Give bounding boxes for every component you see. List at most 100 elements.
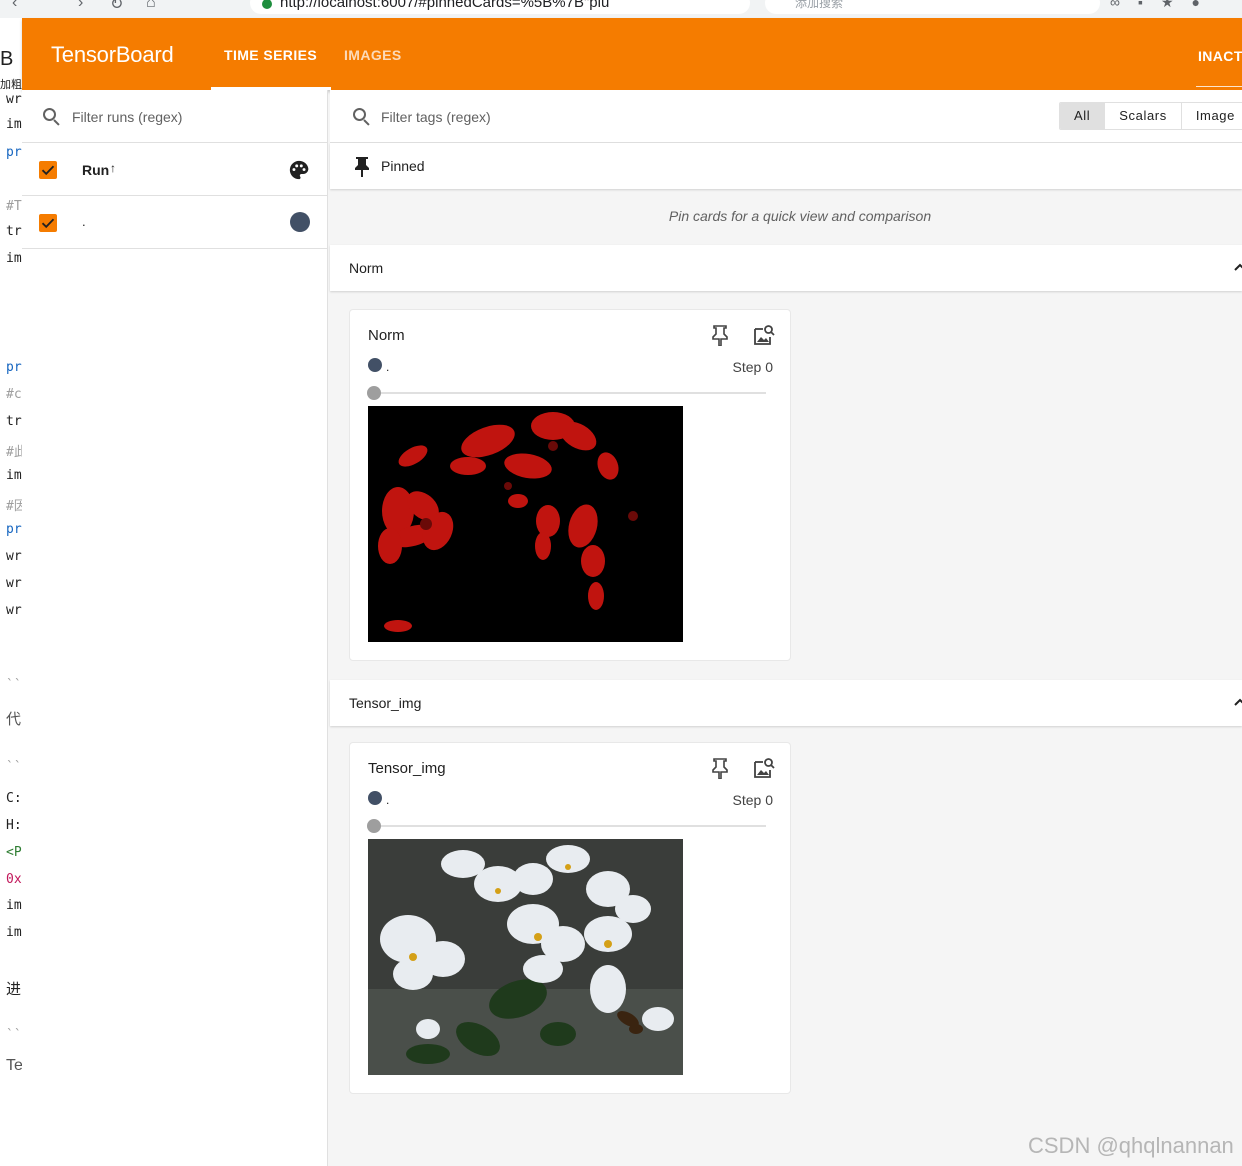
editor-line: wr	[6, 603, 22, 618]
step-slider-thumb[interactable]	[367, 819, 381, 833]
address-bar[interactable]: http://localhost:6007/#pinnedCards=%5B%7…	[250, 0, 750, 14]
run-column-header[interactable]: Run	[82, 162, 109, 178]
editor-line: B	[0, 48, 14, 70]
browser-toolbar: ‹ › ↻ ⌂ http://localhost:6007/#pinnedCar…	[0, 0, 1242, 18]
palette-icon[interactable]	[288, 159, 310, 181]
runs-sidebar: Filter runs (regex) Run ↑ .	[22, 90, 328, 1166]
editor-line: ``	[6, 760, 22, 775]
pin-icon	[355, 157, 369, 177]
filter-scalars-button[interactable]: Scalars	[1105, 103, 1182, 129]
run-name: .	[82, 214, 86, 229]
tensor-img-image-card: Tensor_img . Step 0	[349, 742, 791, 1094]
editor-line: #此	[6, 445, 22, 460]
editor-line: pr	[6, 360, 22, 375]
filter-all-button[interactable]: All	[1060, 103, 1106, 129]
card-title: Tensor_img	[368, 760, 446, 777]
run-color-dot	[368, 791, 382, 805]
sort-ascending-icon[interactable]: ↑	[110, 161, 116, 175]
forward-icon[interactable]: ›	[78, 0, 83, 12]
editor-line: 加粗	[0, 78, 22, 91]
editor-line: im	[6, 898, 22, 913]
tensor-img-image[interactable]	[368, 839, 683, 1075]
editor-line: ``	[6, 1028, 22, 1043]
watermark: CSDN @qhqlnannan	[1028, 1133, 1234, 1158]
group-title: Tensor_img	[349, 695, 422, 711]
background-editor-strip: B 加粗 wr im pr #T tr im pr #c tr #此 im #因…	[0, 18, 22, 1166]
editor-line: tr	[6, 224, 22, 239]
editor-line: #T	[6, 199, 22, 214]
chevron-up-icon[interactable]	[1232, 259, 1242, 275]
check-icon	[41, 165, 55, 176]
step-slider-track[interactable]	[375, 825, 766, 827]
norm-image-card: Norm . Step 0	[349, 309, 791, 661]
editor-line: im	[6, 251, 22, 266]
card-step-label: Step 0	[732, 359, 773, 375]
pinned-empty-hint: Pin cards for a quick view and compariso…	[668, 208, 932, 224]
card-run-name: .	[386, 793, 390, 807]
screenshot-root: ‹ › ↻ ⌂ http://localhost:6007/#pinnedCar…	[0, 0, 1242, 1166]
tag-filter-bar: Filter tags (regex) All Scalars Image	[330, 90, 1242, 143]
tab-time-series[interactable]: TIME SERIES	[224, 47, 317, 63]
editor-line: 0x	[6, 872, 22, 887]
address-text: http://localhost:6007/#pinnedCards=%5B%7…	[280, 0, 610, 11]
extension-icons[interactable]: ∞▪★●	[1110, 0, 1218, 11]
run-checkbox[interactable]	[39, 214, 57, 232]
browser-search-placeholder: 添加搜索	[795, 0, 844, 10]
run-color-swatch[interactable]	[290, 212, 310, 232]
app-title[interactable]: TensorBoard	[51, 42, 174, 68]
norm-image[interactable]	[368, 406, 683, 642]
search-icon	[353, 108, 370, 126]
select-all-checkbox[interactable]	[39, 161, 57, 179]
editor-line: 代	[6, 710, 22, 728]
tag-filter-input[interactable]: Filter tags (regex)	[381, 109, 491, 125]
reload-icon[interactable]: ↻	[110, 0, 123, 14]
step-slider-track[interactable]	[375, 392, 766, 394]
editor-line: <P	[6, 845, 22, 860]
card-run-name: .	[386, 360, 390, 374]
pin-card-icon[interactable]	[710, 324, 730, 346]
editor-line: Te	[6, 1057, 22, 1074]
card-type-toggle: All Scalars Image	[1059, 102, 1242, 130]
inactive-plugins-dropdown[interactable]: INACTIVE	[1198, 48, 1242, 64]
tensor-img-group-header[interactable]: Tensor_img	[330, 680, 1242, 726]
card-step-label: Step 0	[732, 792, 773, 808]
inactive-dropdown-underline	[1196, 86, 1242, 87]
editor-line: ``	[6, 678, 22, 693]
chevron-up-icon[interactable]	[1232, 694, 1242, 710]
editor-line: 进	[6, 980, 22, 998]
run-filter-row[interactable]: Filter runs (regex)	[22, 90, 328, 143]
browser-search-box[interactable]: 添加搜索	[765, 0, 1100, 14]
image-search-icon[interactable]	[752, 323, 776, 347]
time-series-main: Filter tags (regex) All Scalars Image Pi…	[330, 90, 1242, 1166]
editor-line: im	[6, 925, 22, 940]
editor-line: tr	[6, 414, 22, 429]
red-blossom-image	[368, 406, 683, 642]
editor-line: pr	[6, 145, 22, 160]
runs-table-header: Run ↑	[22, 143, 328, 196]
pinned-title: Pinned	[381, 158, 425, 174]
norm-group-header[interactable]: Norm	[330, 245, 1242, 291]
editor-line: wr	[6, 576, 22, 591]
editor-line: #c	[6, 387, 22, 402]
check-icon	[41, 218, 55, 229]
pinned-section-header: Pinned	[330, 143, 1242, 189]
filter-image-button[interactable]: Image	[1182, 103, 1242, 129]
tensorboard-app: TensorBoard TIME SERIES IMAGES INACTIVE …	[22, 18, 1242, 1166]
group-title: Norm	[349, 260, 384, 276]
home-icon[interactable]: ⌂	[146, 0, 156, 12]
editor-line: H:	[6, 818, 22, 833]
step-slider-thumb[interactable]	[367, 386, 381, 400]
back-icon[interactable]: ‹	[12, 0, 17, 12]
image-search-icon[interactable]	[752, 756, 776, 780]
editor-line: C:	[6, 791, 22, 806]
editor-line: wr	[6, 92, 22, 107]
tab-images[interactable]: IMAGES	[344, 47, 402, 63]
app-header: TensorBoard TIME SERIES IMAGES INACTIVE	[22, 18, 1242, 90]
pin-card-icon[interactable]	[710, 757, 730, 779]
run-row[interactable]: .	[22, 196, 328, 249]
run-filter-input[interactable]: Filter runs (regex)	[72, 109, 182, 125]
search-icon	[43, 108, 60, 126]
editor-line: pr	[6, 522, 22, 537]
editor-line: wr	[6, 549, 22, 564]
card-title: Norm	[368, 327, 405, 344]
